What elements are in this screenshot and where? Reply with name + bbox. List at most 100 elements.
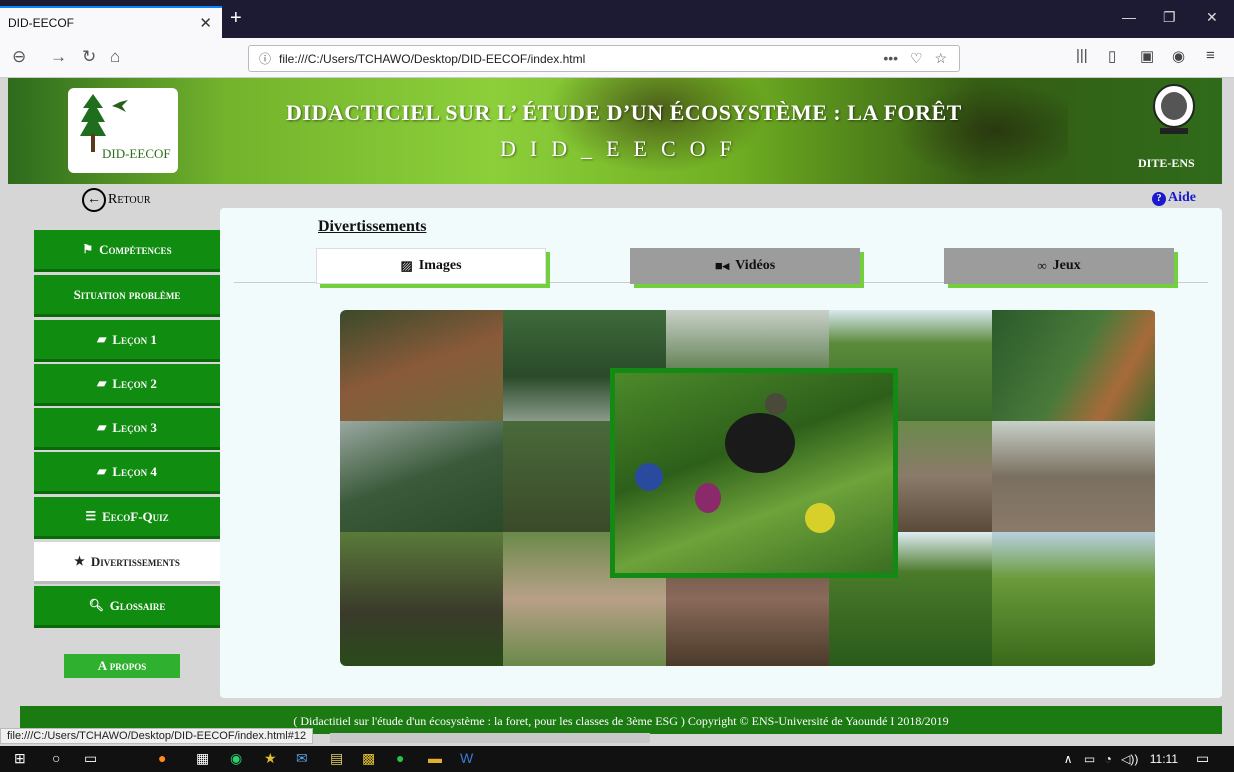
person-shape bbox=[695, 483, 721, 513]
sidebar-item-label: Compétences bbox=[99, 241, 172, 257]
sidebar-item-lecon-4[interactable]: ▰ Leçon 4 bbox=[34, 452, 220, 494]
tree-icon bbox=[80, 94, 106, 152]
sidebar-item-label: Leçon 1 bbox=[112, 331, 157, 347]
app-logo[interactable]: DID-EECOF bbox=[68, 88, 178, 173]
sidebar-item-situation[interactable]: Situation problème bbox=[34, 275, 220, 317]
bookmark-star-icon[interactable]: ☆ bbox=[934, 50, 947, 66]
extension-icon[interactable]: ▣ bbox=[1140, 47, 1154, 65]
gallery-image-tree-felling[interactable] bbox=[992, 310, 1155, 421]
sidebar-item-lecon-2[interactable]: ▰ Leçon 2 bbox=[34, 364, 220, 406]
back-label: Retour bbox=[108, 192, 151, 207]
status-bar: file:///C:/Users/TCHAWO/Desktop/DID-EECO… bbox=[0, 728, 314, 744]
tray-chevron-icon[interactable]: ∧ bbox=[1064, 752, 1073, 766]
gallery-image-giraffes[interactable] bbox=[340, 310, 503, 421]
task-view-icon[interactable]: ▭ bbox=[84, 750, 97, 767]
windows-start-icon[interactable]: ⊞ bbox=[14, 750, 26, 767]
sidebar-item-quiz[interactable]: ☰ EecoF-Quiz bbox=[34, 497, 220, 539]
sidebar-item-label: Glossaire bbox=[109, 597, 166, 613]
whatsapp-icon[interactable]: ◉ bbox=[230, 750, 242, 767]
bird-icon bbox=[112, 100, 128, 112]
library-icon[interactable]: ||| bbox=[1076, 47, 1088, 64]
menu-icon[interactable]: ≡ bbox=[1206, 47, 1215, 64]
volume-icon[interactable]: ◁)) bbox=[1121, 752, 1138, 766]
featured-image-gorilla-carry[interactable] bbox=[610, 368, 898, 578]
info-icon[interactable]: ⓘ bbox=[259, 50, 271, 67]
restore-icon[interactable]: ❐ bbox=[1163, 9, 1176, 26]
url-bar[interactable]: ⓘ file:///C:/Users/TCHAWO/Desktop/DID-EE… bbox=[248, 45, 960, 72]
search-circle-icon[interactable]: ○ bbox=[52, 750, 60, 766]
windows-taskbar: ⊞ ○ ▭ ● ▦ ◉ ★ ✉ ▤ ▩ ● ▬ W ∧ ▭ ◔ ◁)) 11:1… bbox=[0, 746, 1234, 772]
sidebar-item-label: Leçon 2 bbox=[112, 375, 157, 391]
university-seal-icon bbox=[1153, 84, 1195, 134]
notes-icon[interactable]: ▤ bbox=[330, 750, 343, 767]
sidebar-item-glossaire[interactable]: 🔍︎ Glossaire bbox=[34, 586, 220, 628]
sidebar-toggle-icon[interactable]: ▯ bbox=[1108, 47, 1116, 65]
pocket-icon[interactable]: ♡ bbox=[910, 50, 923, 66]
firefox-icon[interactable]: ● bbox=[158, 750, 166, 766]
flag-icon: ⚑ bbox=[82, 242, 94, 256]
banner-decoration bbox=[528, 78, 788, 184]
horizontal-scrollbar[interactable] bbox=[330, 733, 650, 743]
seal-text: DITE-ENS bbox=[1138, 156, 1195, 170]
gamepad-icon: ∞ bbox=[1037, 258, 1047, 273]
home-icon[interactable]: ⌂ bbox=[110, 47, 120, 67]
browser-nav-bar: ⊖ → ↻ ⌂ ⓘ file:///C:/Users/TCHAWO/Deskto… bbox=[0, 38, 1234, 78]
book-icon: ▰ bbox=[97, 376, 107, 390]
mail-icon[interactable]: ✉ bbox=[296, 750, 308, 767]
battery-icon[interactable]: ▭ bbox=[1084, 752, 1095, 766]
tab-label: Vidéos bbox=[735, 258, 776, 273]
back-arrow-icon[interactable]: ⊖ bbox=[12, 47, 26, 67]
sidebar-item-label: Divertissements bbox=[90, 553, 180, 569]
file-explorer-icon[interactable]: ▬ bbox=[428, 750, 442, 766]
list-icon: ☰ bbox=[85, 509, 97, 523]
pinned-app-icon[interactable]: ★ bbox=[264, 750, 277, 767]
sidebar-item-label: EecoF-Quiz bbox=[102, 508, 169, 524]
help-label: Aide bbox=[1168, 190, 1196, 205]
person-shape bbox=[765, 393, 787, 415]
star-icon: ★ bbox=[74, 554, 85, 568]
back-button[interactable]: ← Retour bbox=[82, 188, 151, 212]
logo-text: DID-EECOF bbox=[102, 146, 171, 161]
paint-icon[interactable]: ▩ bbox=[362, 750, 375, 767]
browser-tab[interactable]: DID-EECOF ✕ bbox=[0, 6, 222, 38]
gallery-image-palm-hills[interactable] bbox=[992, 532, 1155, 666]
question-icon: ? bbox=[1152, 192, 1166, 206]
gallery-image-ivory[interactable] bbox=[992, 421, 1155, 532]
window-close-icon[interactable]: ✕ bbox=[1206, 9, 1218, 26]
banner-title: DIDACTICIEL SUR L’ ÉTUDE D’UN ÉCOSYSTÈME… bbox=[286, 100, 962, 125]
word-icon[interactable]: W bbox=[460, 750, 473, 766]
pinned-app-icon[interactable]: ● bbox=[396, 750, 404, 766]
wifi-icon[interactable]: ◔ bbox=[1105, 752, 1112, 766]
apropos-button[interactable]: A propos bbox=[64, 654, 180, 678]
account-icon[interactable]: ◉ bbox=[1172, 47, 1185, 65]
minimize-icon[interactable]: — bbox=[1122, 9, 1136, 25]
person-shape bbox=[805, 503, 835, 533]
sidebar-item-divertissements[interactable]: ★ Divertissements bbox=[34, 542, 220, 584]
back-circle-icon: ← bbox=[82, 188, 106, 212]
tab-videos[interactable]: ■◂ Vidéos bbox=[630, 248, 860, 284]
url-actions: ••• ♡ ☆ bbox=[883, 50, 947, 67]
sidebar-item-lecon-1[interactable]: ▰ Leçon 1 bbox=[34, 320, 220, 362]
page-actions-icon[interactable]: ••• bbox=[883, 50, 898, 66]
banner-decoration bbox=[888, 78, 1068, 184]
tab-label: Jeux bbox=[1052, 258, 1081, 273]
gallery-image-waterfall[interactable] bbox=[340, 421, 503, 532]
tab-images[interactable]: ▨ Images bbox=[316, 248, 546, 284]
banner-subtitle: DID_EECOF bbox=[500, 136, 746, 161]
close-tab-icon[interactable]: ✕ bbox=[199, 14, 212, 32]
gallery-image-gorillas[interactable] bbox=[340, 532, 503, 666]
main-content: Divertissements ▨ Images ■◂ Vidéos ∞ Jeux bbox=[220, 208, 1222, 698]
clock[interactable]: 11:11 bbox=[1150, 752, 1178, 766]
sidebar-item-competences[interactable]: ⚑ Compétences bbox=[34, 230, 220, 272]
reload-icon[interactable]: ↻ bbox=[82, 47, 96, 67]
notification-icon[interactable]: ▭ bbox=[1196, 750, 1209, 767]
sidebar-item-lecon-3[interactable]: ▰ Leçon 3 bbox=[34, 408, 220, 450]
tab-jeux[interactable]: ∞ Jeux bbox=[944, 248, 1174, 284]
section-title: Divertissements bbox=[318, 218, 427, 235]
new-tab-icon[interactable]: + bbox=[230, 7, 242, 30]
help-link[interactable]: ? Aide bbox=[1152, 190, 1196, 206]
url-text: file:///C:/Users/TCHAWO/Desktop/DID-EECO… bbox=[279, 51, 586, 66]
calculator-icon[interactable]: ▦ bbox=[196, 750, 209, 767]
forward-arrow-icon[interactable]: → bbox=[50, 47, 67, 67]
person-shape bbox=[635, 463, 663, 491]
